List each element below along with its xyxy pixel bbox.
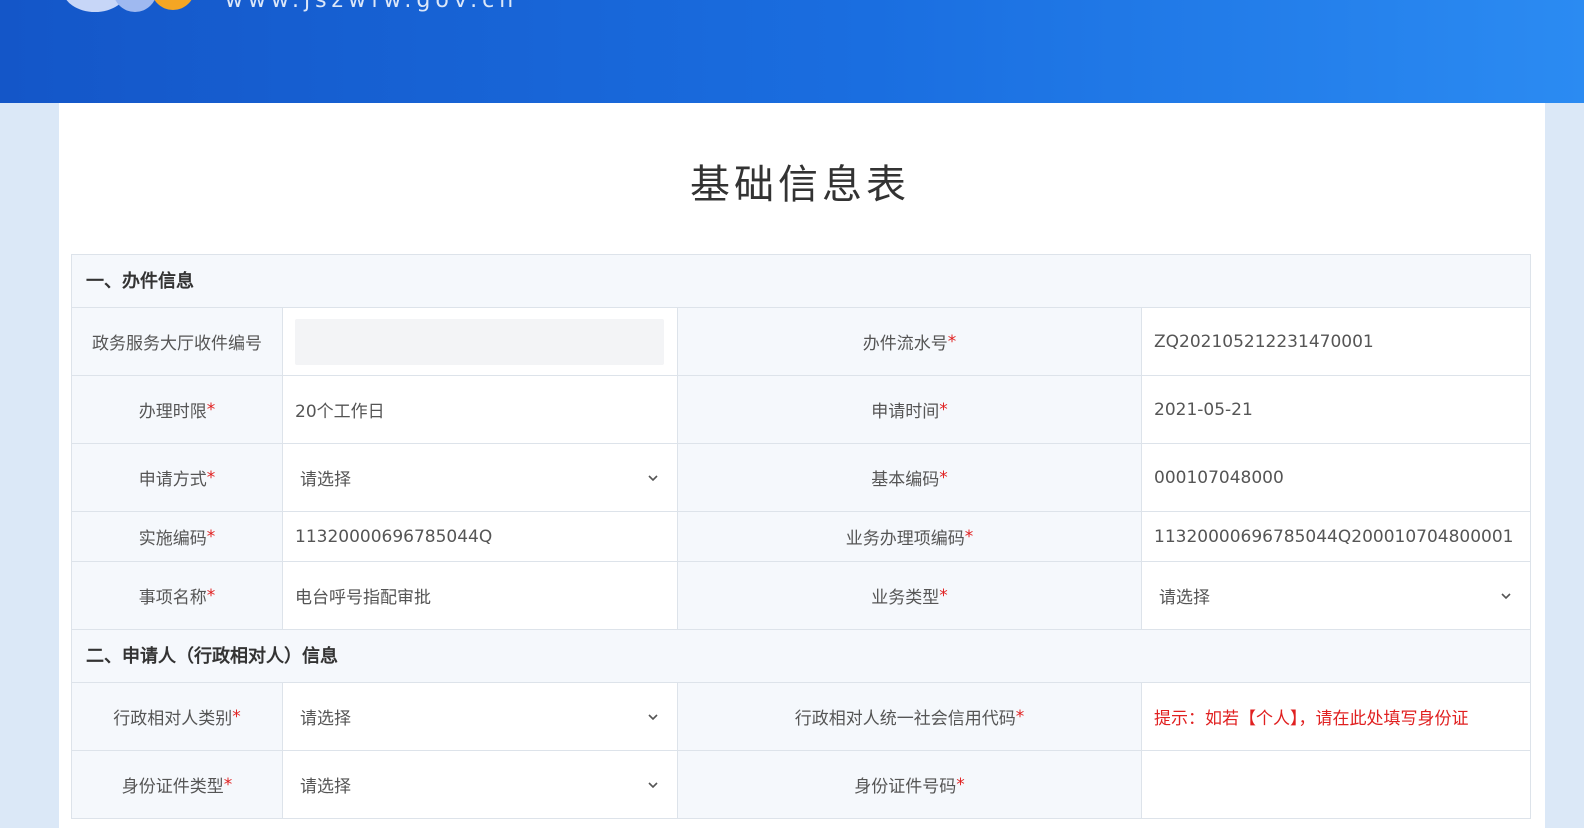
biz-type-select[interactable]: 请选择: [1142, 562, 1530, 629]
form-row: 身份证件类型 * 请选择 身份证件号码 *: [72, 751, 1530, 819]
time-limit-value: 20个工作日: [283, 376, 678, 443]
field-label: 办理时限 *: [72, 376, 283, 443]
site-header: www.jszwfw.gov.cn: [0, 0, 1584, 103]
form-row: 事项名称 * 电台呼号指配审批 业务类型 * 请选择: [72, 562, 1530, 630]
field-label: 身份证件类型 *: [72, 751, 283, 818]
field-label: 政务服务大厅收件编号: [72, 308, 283, 375]
chevron-down-icon: [648, 474, 658, 481]
basic-code-value: 000107048000: [1154, 467, 1284, 488]
item-name-value: 电台呼号指配审批: [283, 562, 678, 629]
field-label: 业务办理项编码 *: [678, 512, 1142, 561]
page-title: 基础信息表: [690, 162, 910, 208]
chevron-down-icon: [648, 713, 658, 720]
field-label: 实施编码 *: [72, 512, 283, 561]
apply-time-value: 2021-05-21: [1154, 399, 1253, 420]
field-label: 事项名称 *: [72, 562, 283, 629]
logo-icon: [66, 0, 192, 12]
id-type-select[interactable]: 请选择: [283, 751, 678, 818]
id-type-dropdown[interactable]: 请选择: [295, 772, 665, 797]
credit-code-input[interactable]: 提示：如若【个人】，请在此处填写身份证: [1142, 683, 1530, 750]
biz-type-dropdown[interactable]: 请选择: [1154, 583, 1518, 608]
hall-receipt-no-field[interactable]: [295, 318, 664, 365]
biz-item-code-value: 11320000696785044Q200010704800001: [1154, 526, 1514, 547]
field-label: 行政相对人统一社会信用代码 *: [678, 683, 1142, 750]
party-category-dropdown[interactable]: 请选择: [295, 704, 665, 729]
serial-no-value: ZQ202105212231470001: [1154, 331, 1374, 352]
form-row: 办理时限 * 20个工作日 申请时间 * 2021-05-21: [72, 376, 1530, 444]
field-label: 申请方式 *: [72, 444, 283, 511]
field-label: 业务类型 *: [678, 562, 1142, 629]
section-case-info: 一、办件信息: [72, 255, 1530, 308]
chevron-down-icon: [1501, 592, 1511, 599]
field-label: 身份证件号码 *: [678, 751, 1142, 818]
chevron-down-icon: [648, 781, 658, 788]
apply-method-dropdown[interactable]: 请选择: [295, 465, 665, 490]
form-row: 行政相对人类别 * 请选择 行政相对人统一社会信用代码 * 提示：如若【个人】，请在…: [72, 683, 1530, 751]
basic-info-form: 一、办件信息 政务服务大厅收件编号 办件流水号 * ZQ2021052122314…: [71, 254, 1531, 819]
field-label: 申请时间 *: [678, 376, 1142, 443]
field-label: 行政相对人类别 *: [72, 683, 283, 750]
form-row: 政务服务大厅收件编号 办件流水号 * ZQ202105212231470001: [72, 308, 1530, 376]
site-url[interactable]: www.jszwfw.gov.cn: [225, 0, 518, 13]
field-label: 基本编码 *: [678, 444, 1142, 511]
apply-method-select[interactable]: 请选择: [283, 444, 678, 511]
hall-receipt-no-input[interactable]: [283, 308, 678, 375]
id-number-input[interactable]: [1142, 751, 1530, 818]
field-label: 办件流水号 *: [678, 308, 1142, 375]
section-applicant-info: 二、申请人（行政相对人）信息: [72, 630, 1530, 683]
form-row: 申请方式 * 请选择 基本编码 * 000107048000: [72, 444, 1530, 512]
impl-code-value: 11320000696785044Q: [283, 512, 678, 561]
party-category-select[interactable]: 请选择: [283, 683, 678, 750]
form-row: 实施编码 * 11320000696785044Q 业务办理项编码 * 113200…: [72, 512, 1530, 562]
